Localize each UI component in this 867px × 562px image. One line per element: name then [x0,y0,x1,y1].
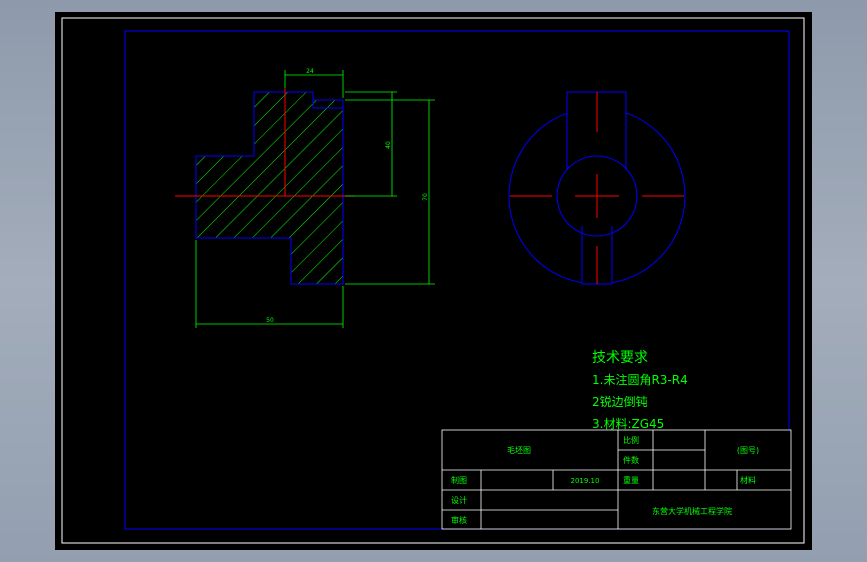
weight-label: 重量 [623,475,639,485]
title-block [441,429,792,530]
material-label: 材料 [740,475,756,485]
count-label: 件数 [623,455,639,465]
drawing-sheet: 24 40 70 50 技术要求 1.未注圆角R3-R4 2锐边倒钝 3.材料:… [55,12,812,550]
section-hatch [196,92,343,284]
tech-line-1: 1.未注圆角R3-R4 [592,372,688,387]
dim-outer-height: 70 [422,193,429,201]
school-name: 东营大学机械工程学院 [652,506,732,516]
end-view-centerlines [510,92,684,284]
drawing-number: (图号) [737,446,759,455]
drawing-canvas: 24 40 70 50 技术要求 1.未注圆角R3-R4 2锐边倒钝 3.材料:… [61,17,805,544]
section-view [175,88,355,285]
dim-inner-height: 40 [385,141,392,149]
end-view [508,91,686,285]
part-name: 毛坯图 [507,445,531,455]
tech-heading: 技术要求 [592,350,648,366]
tech-line-2: 2锐边倒钝 [592,395,648,409]
scale-label: 比例 [623,435,639,445]
reviewed-label: 审核 [451,515,467,525]
dim-bottom-length: 50 [266,317,274,324]
date-value: 2019.10 [571,477,600,485]
designed-label: 设计 [451,495,467,505]
technical-requirements: 技术要求 1.未注圆角R3-R4 2锐边倒钝 3.材料:ZG45 [592,350,688,431]
dim-top-width: 24 [306,68,314,75]
tech-line-3: 3.材料:ZG45 [592,417,664,431]
drawn-label: 制图 [451,475,467,485]
